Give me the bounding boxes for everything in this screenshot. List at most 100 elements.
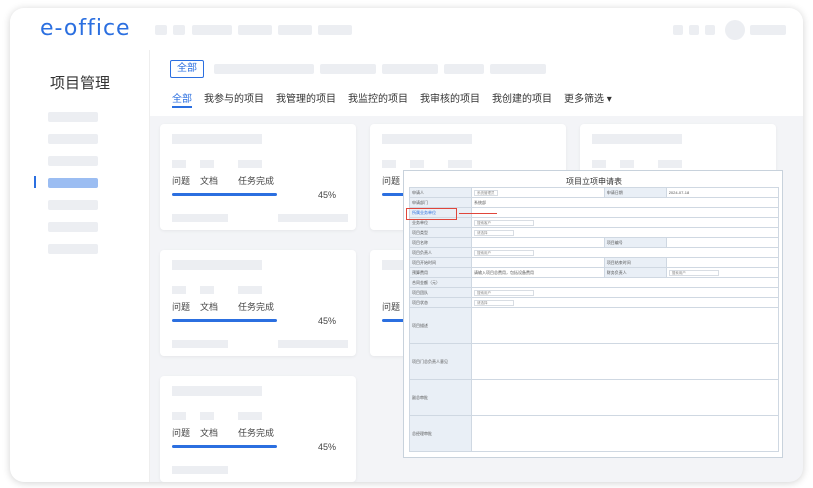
form-label: 副总审批 — [409, 379, 472, 416]
card-footer-placeholder — [278, 340, 348, 348]
top-icon-placeholder[interactable] — [673, 25, 683, 35]
tab-participated[interactable]: 我参与的项目 — [204, 90, 264, 105]
top-bar: e-office — [10, 8, 803, 50]
sidebar-item-active[interactable] — [48, 178, 98, 188]
card-title-placeholder — [172, 260, 262, 270]
top-nav-placeholder[interactable] — [155, 25, 167, 35]
project-card[interactable]: 问题 文档 任务完成 45% — [160, 124, 356, 230]
form-field-budget[interactable]: 请输入项目总费用，包括设备费用 — [471, 267, 605, 278]
top-icon-placeholder[interactable] — [705, 25, 715, 35]
form-field-project-owner[interactable]: 搜索用户 — [471, 247, 779, 258]
filter-placeholder[interactable] — [214, 64, 314, 74]
card-stat-placeholder — [592, 160, 606, 168]
filter-placeholder[interactable] — [382, 64, 438, 74]
form-field-applicant[interactable]: 系统管理员 — [471, 187, 605, 198]
form-label: 财务负责人 — [603, 267, 667, 278]
sidebar-item[interactable] — [48, 200, 98, 210]
card-issues-label: 问题 — [172, 428, 191, 438]
card-docs-label: 文档 — [200, 176, 219, 186]
card-title-placeholder — [172, 386, 262, 396]
sidebar-active-marker — [34, 176, 36, 188]
tab-reviewed[interactable]: 我审核的项目 — [420, 90, 480, 105]
sidebar-title: 项目管理 — [50, 75, 111, 92]
form-field-department-opinion[interactable] — [471, 343, 779, 380]
form-label: 预算费用 — [409, 267, 472, 278]
form-field-start-date[interactable] — [471, 257, 605, 268]
card-issues-label: 问题 — [172, 302, 191, 312]
card-footer-placeholder — [172, 214, 228, 222]
card-stat-placeholder — [200, 412, 214, 420]
card-footer-placeholder — [172, 466, 228, 474]
form-field-project-type[interactable]: 请选择 — [471, 227, 779, 238]
filter-placeholder[interactable] — [320, 64, 376, 74]
card-stat-placeholder — [172, 412, 186, 420]
card-stat-placeholder — [410, 160, 424, 168]
filter-placeholder[interactable] — [490, 64, 546, 74]
form-label: 项目门总负责人意见 — [409, 343, 472, 380]
filter-placeholder[interactable] — [444, 64, 484, 74]
form-table: 申请人 系统管理员 申请日期 2024-07-18 申请部门 系统部 所属业务单… — [409, 187, 780, 452]
card-tasks-label: 任务完成 — [238, 176, 275, 186]
form-field-project-name[interactable] — [471, 237, 605, 248]
form-field-project-number[interactable] — [665, 237, 780, 248]
filter-bar: 全部 全部 我参与的项目 我管理的项目 我监控的项目 我审核的项目 我创建的项目… — [150, 50, 803, 116]
form-label: 项目结束时间 — [603, 257, 667, 268]
form-label: 项目团队 — [409, 287, 472, 298]
form-field-contract-amount[interactable] — [471, 277, 779, 288]
form-label: 合同金额（元） — [409, 277, 472, 288]
form-label: 项目名称 — [409, 237, 472, 248]
project-card[interactable]: 问题 文档 任务完成 45% — [160, 250, 356, 356]
form-field-project-description[interactable] — [471, 307, 779, 344]
card-footer-placeholder — [278, 214, 348, 222]
form-field-department[interactable]: 系统部 — [471, 197, 779, 208]
form-field-end-date[interactable] — [665, 257, 780, 268]
tab-more-filters[interactable]: 更多筛选 ▾ — [564, 90, 612, 105]
top-nav-placeholder[interactable] — [278, 25, 312, 35]
card-stat-placeholder — [382, 160, 396, 168]
form-label: 申请日期 — [603, 187, 667, 198]
card-issues-label: 问题 — [172, 176, 191, 186]
card-stat-placeholder — [448, 160, 472, 168]
form-field-project-team[interactable]: 搜索用户 — [471, 287, 779, 298]
card-progress-value: 45% — [318, 190, 337, 200]
sidebar-item[interactable] — [48, 244, 98, 254]
card-tasks-label: 任务完成 — [238, 428, 275, 438]
top-nav-placeholder[interactable] — [238, 25, 272, 35]
card-issues-label: 问题 — [382, 302, 401, 312]
top-nav-placeholder[interactable] — [192, 25, 232, 35]
card-stat-placeholder — [238, 412, 262, 420]
project-card[interactable]: 问题 文档 任务完成 45% — [160, 376, 356, 482]
form-field-gm-approval[interactable] — [471, 415, 779, 452]
form-label: 项目负责人 — [409, 247, 472, 258]
top-nav-placeholder[interactable] — [318, 25, 352, 35]
top-icon-placeholder[interactable] — [689, 25, 699, 35]
user-name-placeholder[interactable] — [750, 25, 786, 35]
sidebar-item[interactable] — [48, 222, 98, 232]
card-stat-placeholder — [658, 160, 682, 168]
card-progress-bar — [172, 193, 277, 196]
form-label: 项目编号 — [603, 237, 667, 248]
sidebar-item[interactable] — [48, 112, 98, 122]
form-label: 申请人 — [409, 187, 472, 198]
tab-all[interactable]: 全部 — [172, 90, 192, 105]
tab-managed[interactable]: 我管理的项目 — [276, 90, 336, 105]
form-field-project-status[interactable]: 请选择 — [471, 297, 779, 308]
highlight-box — [406, 208, 457, 220]
top-nav-placeholder[interactable] — [173, 25, 185, 35]
form-field-business-unit[interactable] — [471, 207, 779, 218]
card-progress-value: 45% — [318, 442, 337, 452]
tab-created[interactable]: 我创建的项目 — [492, 90, 552, 105]
avatar[interactable] — [725, 20, 745, 40]
form-field-finance-owner[interactable]: 搜索用户 — [665, 267, 780, 278]
form-field-client[interactable]: 搜索客户 — [471, 217, 779, 228]
sidebar-item[interactable] — [48, 134, 98, 144]
card-stat-placeholder — [200, 286, 214, 294]
project-tabs: 全部 我参与的项目 我管理的项目 我监控的项目 我审核的项目 我创建的项目 更多… — [172, 90, 612, 105]
tab-monitored[interactable]: 我监控的项目 — [348, 90, 408, 105]
form-field-vp-approval[interactable] — [471, 379, 779, 416]
all-filter-button[interactable]: 全部 — [170, 60, 204, 78]
form-field-apply-date[interactable]: 2024-07-18 — [665, 187, 780, 198]
form-label: 申请部门 — [409, 197, 472, 208]
sidebar-item[interactable] — [48, 156, 98, 166]
form-label: 项目开始时间 — [409, 257, 472, 268]
